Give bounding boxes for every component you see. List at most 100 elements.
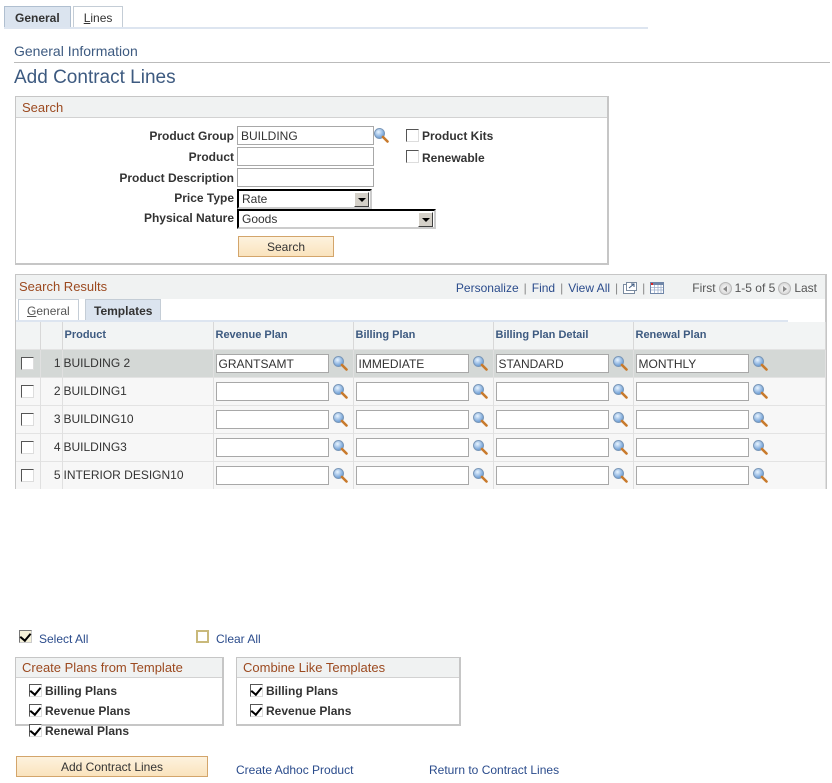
last-label: Last	[794, 281, 817, 295]
product-kits-checkbox[interactable]	[406, 129, 419, 142]
create-plans-item: Renewal Plans	[29, 724, 222, 744]
magnifier-lookup-icon[interactable]	[332, 467, 348, 483]
select-all-checkbox-icon[interactable]	[19, 630, 32, 643]
renewal-plan-input[interactable]: MONTHLY	[635, 353, 749, 373]
price-type-select[interactable]: Rate	[237, 189, 372, 209]
find-link[interactable]: Find	[532, 281, 555, 295]
clear-all-link[interactable]: Clear All	[216, 632, 261, 646]
create-plans-group-box: Create Plans from Template Billing Plans…	[15, 657, 224, 738]
select-all-link[interactable]: Select All	[39, 632, 88, 646]
revenue-plan-input[interactable]: GRANTSAMT	[215, 353, 329, 373]
tab-lines[interactable]: Lines	[72, 6, 124, 28]
grid-tabs: General Templates	[16, 299, 825, 322]
revenue-plan-input[interactable]	[215, 409, 329, 429]
add-contract-lines-button[interactable]: Add Contract Lines	[16, 756, 208, 777]
clear-all-checkbox-icon[interactable]	[196, 630, 209, 643]
billing-plan-detail-cell: STANDARD	[493, 348, 634, 377]
magnifier-lookup-icon[interactable]	[472, 383, 488, 399]
new-window-icon[interactable]	[623, 282, 638, 294]
magnifier-lookup-icon[interactable]	[612, 355, 628, 371]
billing-plan-input[interactable]	[355, 465, 469, 485]
renewal-plan-input[interactable]	[635, 381, 749, 401]
billing-plan-input[interactable]	[355, 381, 469, 401]
magnifier-lookup-icon[interactable]	[332, 355, 348, 371]
tab-general[interactable]: General	[4, 6, 71, 28]
magnifier-lookup-icon[interactable]	[472, 355, 488, 371]
combine-templates-item: Billing Plans	[250, 684, 459, 704]
billing-plan-input[interactable]	[355, 437, 469, 457]
renewal-plan-input[interactable]	[635, 465, 749, 485]
renewal-plan-cell	[633, 376, 826, 405]
column-header-billing-plan: Billing Plan	[353, 322, 494, 349]
grid-tab-templates[interactable]: Templates	[85, 299, 162, 321]
view-all-link[interactable]: View All	[568, 281, 610, 295]
magnifier-lookup-icon[interactable]	[752, 411, 768, 427]
renewable-checkbox[interactable]	[406, 150, 419, 163]
table-row: 1 BUILDING 2 GRANTSAMT IMMEDIATE STANDARD MON…	[16, 348, 826, 377]
magnifier-lookup-icon[interactable]	[612, 411, 628, 427]
revenue-plan-cell	[213, 460, 354, 489]
product-group-input[interactable]: BUILDING	[237, 126, 374, 145]
magnifier-lookup-icon[interactable]	[752, 439, 768, 455]
billing-plan-input[interactable]: IMMEDIATE	[355, 353, 469, 373]
physical-nature-label: Physical Nature	[143, 211, 234, 225]
billing-plan-detail-input[interactable]	[495, 381, 609, 401]
product-group-lookup-icon[interactable]	[373, 127, 389, 143]
search-button[interactable]: Search	[238, 236, 334, 257]
combine-templates-checkbox[interactable]	[250, 684, 263, 697]
magnifier-lookup-icon[interactable]	[612, 383, 628, 399]
magnifier-lookup-icon[interactable]	[472, 411, 488, 427]
billing-plan-detail-input[interactable]	[495, 437, 609, 457]
row-select-cell	[16, 376, 41, 405]
grid-tab-general[interactable]: General	[18, 299, 79, 321]
return-to-contract-lines-link[interactable]: Return to Contract Lines	[429, 763, 559, 777]
chevron-down-icon[interactable]	[418, 212, 433, 227]
magnifier-lookup-icon[interactable]	[332, 383, 348, 399]
row-select-checkbox[interactable]	[21, 385, 35, 399]
tab-underline	[4, 27, 648, 29]
magnifier-lookup-icon[interactable]	[332, 439, 348, 455]
billing-plan-detail-input[interactable]: STANDARD	[495, 353, 609, 373]
previous-arrow-icon[interactable]	[718, 281, 732, 295]
magnifier-lookup-icon[interactable]	[612, 467, 628, 483]
create-plans-item: Revenue Plans	[29, 704, 222, 724]
billing-plan-detail-input[interactable]	[495, 465, 609, 485]
physical-nature-select[interactable]: Goods	[237, 209, 436, 229]
create-plans-checkbox[interactable]	[29, 704, 42, 717]
row-select-checkbox[interactable]	[21, 413, 35, 427]
create-plans-checkbox[interactable]	[29, 724, 42, 737]
magnifier-lookup-icon[interactable]	[472, 439, 488, 455]
magnifier-lookup-icon[interactable]	[752, 355, 768, 371]
revenue-plan-input[interactable]	[215, 437, 329, 457]
personalize-link[interactable]: Personalize	[456, 281, 519, 295]
separator: |	[642, 281, 646, 295]
combine-templates-checkbox[interactable]	[250, 704, 263, 717]
magnifier-lookup-icon[interactable]	[752, 467, 768, 483]
product-description-input[interactable]	[237, 168, 374, 187]
magnifier-lookup-icon[interactable]	[472, 467, 488, 483]
create-adhoc-product-link[interactable]: Create Adhoc Product	[236, 763, 353, 777]
billing-plan-cell: IMMEDIATE	[353, 348, 494, 377]
product-cell: INTERIOR DESIGN10	[62, 460, 214, 489]
row-select-checkbox[interactable]	[21, 469, 35, 483]
renewal-plan-input[interactable]	[635, 437, 749, 457]
next-arrow-icon[interactable]	[778, 281, 792, 295]
magnifier-lookup-icon[interactable]	[752, 383, 768, 399]
billing-plan-detail-input[interactable]	[495, 409, 609, 429]
spreadsheet-download-icon[interactable]	[650, 282, 665, 294]
renewal-plan-input[interactable]	[635, 409, 749, 429]
magnifier-lookup-icon[interactable]	[612, 439, 628, 455]
row-number: 2	[40, 376, 63, 405]
revenue-plan-input[interactable]	[215, 381, 329, 401]
row-select-checkbox[interactable]	[21, 357, 35, 371]
product-group-label: Product Group	[149, 129, 234, 143]
divider	[14, 62, 830, 63]
revenue-plan-input[interactable]	[215, 465, 329, 485]
row-select-checkbox[interactable]	[21, 441, 35, 455]
billing-plan-input[interactable]	[355, 409, 469, 429]
chevron-down-icon[interactable]	[354, 192, 369, 207]
magnifier-lookup-icon[interactable]	[332, 411, 348, 427]
product-input[interactable]	[237, 147, 374, 166]
create-plans-checkbox[interactable]	[29, 684, 42, 697]
page-title: Add Contract Lines	[14, 67, 176, 88]
